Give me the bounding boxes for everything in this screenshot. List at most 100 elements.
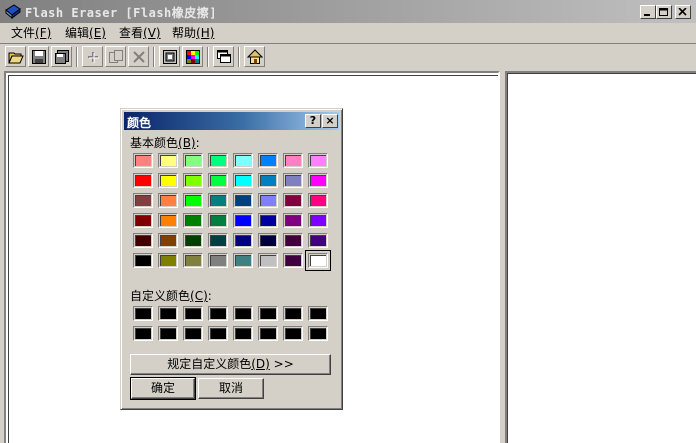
basic-color-swatch-fill — [185, 235, 201, 246]
custom-color-swatch[interactable] — [308, 306, 328, 321]
custom-color-swatch[interactable] — [158, 306, 178, 321]
ok-button[interactable]: 确定 — [130, 377, 196, 400]
toolbar — [0, 43, 696, 70]
basic-color-swatch[interactable] — [183, 153, 203, 168]
basic-color-swatch[interactable] — [308, 193, 328, 208]
basic-color-swatch[interactable] — [183, 233, 203, 248]
basic-color-swatch[interactable] — [158, 233, 178, 248]
custom-color-swatch[interactable] — [233, 306, 253, 321]
basic-color-swatch[interactable] — [283, 213, 303, 228]
menu-view[interactable]: 查看(V) — [116, 25, 164, 41]
delete-button[interactable] — [128, 46, 149, 67]
basic-color-swatch[interactable] — [133, 193, 153, 208]
custom-colors-text: 自定义颜色 — [130, 289, 191, 303]
basic-color-swatch[interactable] — [233, 193, 253, 208]
basic-color-swatch[interactable] — [208, 173, 228, 188]
custom-color-swatch[interactable] — [283, 326, 303, 341]
basic-color-swatch-fill — [160, 255, 176, 266]
basic-color-swatch[interactable] — [258, 173, 278, 188]
basic-color-swatch-fill — [210, 175, 226, 186]
define-custom-colors-button[interactable]: 规定自定义颜色(D) >> — [130, 354, 331, 375]
basic-color-swatch-fill — [210, 235, 226, 246]
basic-color-swatch[interactable] — [133, 173, 153, 188]
copy-button[interactable] — [105, 46, 126, 67]
color-button[interactable] — [182, 46, 203, 67]
custom-color-swatch[interactable] — [208, 326, 228, 341]
basic-color-swatch[interactable] — [233, 173, 253, 188]
help-button[interactable]: ? — [305, 114, 321, 128]
basic-color-swatch[interactable] — [208, 153, 228, 168]
basic-color-swatch[interactable] — [158, 253, 178, 268]
basic-color-swatch[interactable] — [233, 253, 253, 268]
dialog-title-bar[interactable]: 颜色 ? × — [124, 112, 339, 130]
basic-color-swatch[interactable] — [283, 233, 303, 248]
custom-color-swatch[interactable] — [258, 306, 278, 321]
custom-color-swatch[interactable] — [158, 326, 178, 341]
close-button[interactable] — [675, 5, 691, 19]
basic-color-swatch[interactable] — [283, 173, 303, 188]
menu-edit[interactable]: 编辑(E) — [62, 25, 109, 41]
basic-color-swatch[interactable] — [308, 213, 328, 228]
custom-color-swatch[interactable] — [183, 306, 203, 321]
custom-color-swatch[interactable] — [133, 306, 153, 321]
cancel-button[interactable]: 取消 — [198, 378, 264, 399]
basic-color-swatch[interactable] — [133, 213, 153, 228]
dialog-close-button[interactable]: × — [322, 114, 338, 128]
basic-color-swatch[interactable] — [233, 233, 253, 248]
basic-color-swatch[interactable] — [233, 153, 253, 168]
add-button[interactable] — [82, 46, 103, 67]
save-as-button[interactable] — [51, 46, 72, 67]
basic-color-swatch[interactable] — [308, 233, 328, 248]
basic-color-swatch-fill — [260, 235, 276, 246]
custom-color-swatch[interactable] — [133, 326, 153, 341]
custom-color-swatch[interactable] — [208, 306, 228, 321]
basic-color-swatch[interactable] — [258, 233, 278, 248]
basic-color-swatch[interactable] — [158, 193, 178, 208]
custom-color-swatch[interactable] — [258, 326, 278, 341]
basic-color-swatch[interactable] — [208, 193, 228, 208]
open-button[interactable] — [5, 46, 26, 67]
basic-color-swatch[interactable] — [208, 233, 228, 248]
basic-color-swatch[interactable] — [258, 253, 278, 268]
title-bar[interactable]: Flash Eraser [Flash橡皮擦] — [0, 0, 696, 23]
preview-button[interactable] — [159, 46, 180, 67]
basic-color-swatch[interactable] — [208, 253, 228, 268]
basic-color-swatch[interactable] — [133, 233, 153, 248]
basic-color-swatch[interactable] — [308, 153, 328, 168]
custom-color-swatch[interactable] — [183, 326, 203, 341]
basic-color-swatch[interactable] — [158, 173, 178, 188]
custom-color-swatch[interactable] — [283, 306, 303, 321]
basic-color-swatch[interactable] — [258, 193, 278, 208]
basic-color-swatch[interactable] — [183, 213, 203, 228]
window-button[interactable] — [213, 46, 234, 67]
menu-help[interactable]: 帮助(H) — [169, 25, 217, 41]
basic-color-swatch[interactable] — [305, 250, 331, 271]
right-pane[interactable] — [505, 71, 696, 443]
dialog-title: 颜色 — [127, 116, 152, 130]
basic-color-swatch[interactable] — [133, 253, 153, 268]
basic-color-swatch[interactable] — [158, 213, 178, 228]
custom-color-swatch[interactable] — [233, 326, 253, 341]
save-button[interactable] — [28, 46, 49, 67]
basic-color-swatch[interactable] — [308, 173, 328, 188]
basic-color-swatch[interactable] — [258, 213, 278, 228]
basic-color-swatch[interactable] — [208, 213, 228, 228]
basic-color-swatch[interactable] — [183, 253, 203, 268]
basic-color-swatch-fill — [260, 215, 276, 226]
basic-color-swatch[interactable] — [233, 213, 253, 228]
custom-color-swatch[interactable] — [308, 326, 328, 341]
basic-color-swatch[interactable] — [283, 153, 303, 168]
basic-color-swatch[interactable] — [283, 193, 303, 208]
menu-file[interactable]: 文件(F) — [8, 25, 54, 41]
basic-color-swatch[interactable] — [258, 153, 278, 168]
minimize-button[interactable] — [640, 5, 656, 19]
home-button[interactable] — [244, 46, 265, 67]
maximize-button[interactable] — [656, 5, 672, 19]
basic-color-swatch[interactable] — [183, 193, 203, 208]
basic-color-swatch-fill — [185, 255, 201, 266]
basic-color-swatch[interactable] — [158, 153, 178, 168]
basic-color-swatch[interactable] — [183, 173, 203, 188]
basic-color-swatch[interactable] — [283, 253, 303, 268]
custom-color-swatch-fill — [260, 328, 276, 339]
basic-color-swatch[interactable] — [133, 153, 153, 168]
